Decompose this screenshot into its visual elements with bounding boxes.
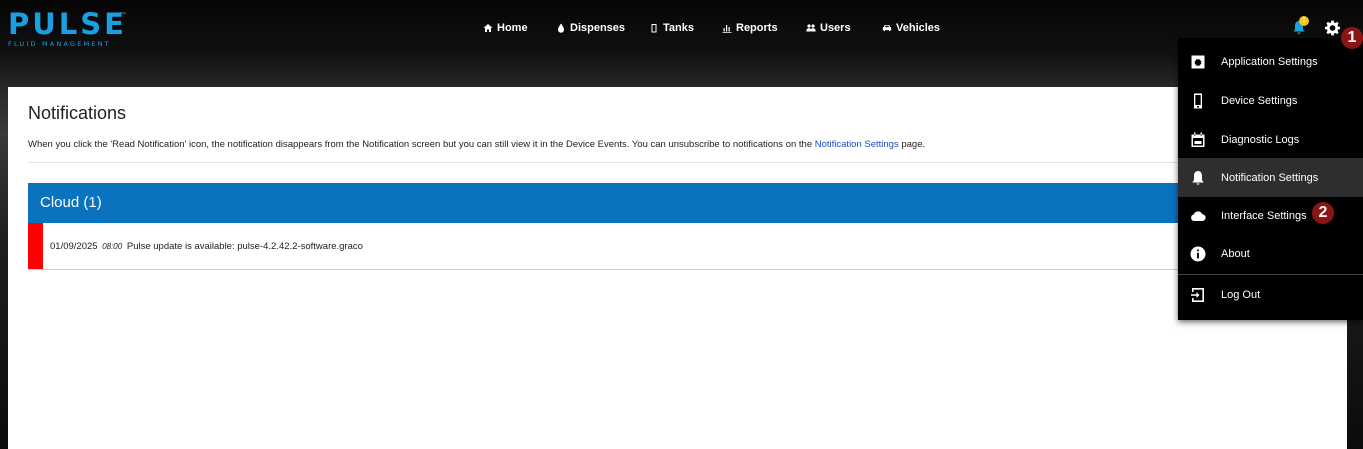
settings-box-icon bbox=[1190, 54, 1206, 70]
menu-item-log-out[interactable]: Log Out bbox=[1178, 275, 1363, 314]
logout-icon bbox=[1190, 287, 1206, 303]
car-icon bbox=[882, 25, 892, 32]
gear-icon bbox=[1325, 20, 1341, 36]
nav-reports[interactable]: Reports bbox=[722, 22, 778, 34]
menu-label: Log Out bbox=[1221, 288, 1261, 301]
step-marker-1: 1 bbox=[1341, 27, 1363, 49]
nav-users[interactable]: Users bbox=[806, 22, 851, 34]
divider bbox=[28, 162, 1347, 163]
menu-label: Application Settings bbox=[1221, 55, 1318, 68]
nav-tanks[interactable]: Tanks bbox=[649, 22, 694, 34]
nav-vehicles-label: Vehicles bbox=[896, 22, 941, 34]
calendar-icon bbox=[1190, 132, 1206, 148]
nav-home-label: Home bbox=[497, 22, 528, 34]
cloud-icon bbox=[1190, 208, 1206, 224]
info-icon bbox=[1190, 246, 1206, 262]
notification-text: 01/09/2025 08:00 Pulse update is availab… bbox=[50, 241, 363, 252]
menu-item-interface-settings[interactable]: Interface Settings bbox=[1178, 196, 1363, 235]
tank-icon bbox=[651, 24, 657, 33]
nav-users-label: Users bbox=[820, 22, 851, 34]
menu-item-diagnostic-logs[interactable]: Diagnostic Logs bbox=[1178, 120, 1363, 159]
notifications-bell-button[interactable]: 1 bbox=[1290, 16, 1310, 38]
notification-message: Pulse update is available: pulse-4.2.42.… bbox=[126, 241, 363, 252]
nav-dispenses[interactable]: Dispenses bbox=[556, 22, 625, 34]
logo-trademark: ™ bbox=[120, 12, 126, 18]
top-navigation-bar: PULSE ™ FLUID MANAGEMENT Home Dispenses … bbox=[0, 0, 1363, 87]
menu-item-notification-settings[interactable]: Notification Settings bbox=[1178, 158, 1363, 197]
logo-tagline: FLUID MANAGEMENT bbox=[8, 40, 111, 48]
menu-item-device-settings[interactable]: Device Settings bbox=[1178, 81, 1363, 120]
menu-item-application-settings[interactable]: Application Settings bbox=[1178, 42, 1363, 81]
page-description: When you click the 'Read Notification' i… bbox=[28, 139, 925, 150]
home-icon bbox=[483, 24, 493, 32]
notification-count-badge: 1 bbox=[1299, 16, 1309, 26]
phone-icon bbox=[1190, 93, 1206, 109]
step-marker-2: 2 bbox=[1312, 202, 1334, 224]
nav-tanks-label: Tanks bbox=[663, 22, 694, 34]
pulse-logo[interactable]: PULSE ™ FLUID MANAGEMENT bbox=[8, 7, 127, 49]
droplet-icon bbox=[558, 23, 564, 33]
severity-indicator bbox=[28, 223, 43, 269]
logo-wordmark: PULSE bbox=[8, 7, 127, 41]
page-title: Notifications bbox=[28, 103, 127, 123]
notifications-panel: Notifications When you click the 'Read N… bbox=[8, 87, 1347, 449]
bell-icon bbox=[1190, 170, 1206, 186]
menu-item-about[interactable]: About bbox=[1178, 234, 1363, 273]
bar-chart-icon bbox=[722, 25, 732, 33]
description-text-end: page. bbox=[898, 139, 926, 150]
nav-vehicles[interactable]: Vehicles bbox=[882, 22, 940, 34]
cloud-group-header[interactable]: Cloud (1) bbox=[28, 183, 1347, 223]
menu-label: Diagnostic Logs bbox=[1221, 133, 1300, 146]
menu-label: Notification Settings bbox=[1221, 171, 1319, 184]
notification-settings-link[interactable]: Notification Settings bbox=[815, 139, 899, 150]
notification-row[interactable]: 01/09/2025 08:00 Pulse update is availab… bbox=[28, 223, 1347, 270]
nav-dispenses-label: Dispenses bbox=[570, 22, 626, 34]
nav-home[interactable]: Home bbox=[483, 22, 528, 34]
menu-label: About bbox=[1221, 247, 1250, 260]
description-text: When you click the 'Read Notification' i… bbox=[28, 139, 815, 150]
nav-reports-label: Reports bbox=[736, 22, 778, 34]
notification-date: 01/09/2025 bbox=[50, 241, 98, 252]
users-icon bbox=[806, 24, 816, 32]
menu-label: Device Settings bbox=[1221, 94, 1298, 107]
settings-gear-button[interactable] bbox=[1325, 20, 1341, 36]
menu-label: Interface Settings bbox=[1221, 209, 1307, 222]
settings-dropdown-menu: Application Settings Device Settings Dia… bbox=[1178, 38, 1363, 320]
notification-time: 08:00 bbox=[102, 242, 123, 251]
